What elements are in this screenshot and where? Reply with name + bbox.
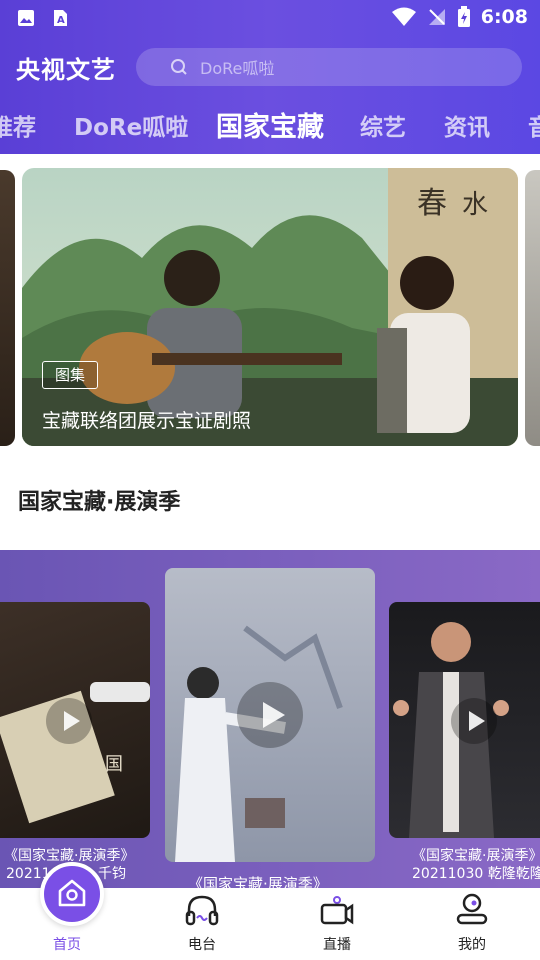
headphones-icon — [185, 895, 219, 926]
app-logo: 央视文艺 — [16, 56, 116, 84]
svg-text:A: A — [57, 15, 65, 26]
search-placeholder: DoRe呱啦 — [200, 59, 275, 78]
tab-national-treasure[interactable]: 国家宝藏 — [216, 105, 324, 144]
wifi-icon — [391, 7, 416, 26]
battery-charging-icon — [457, 6, 470, 27]
profile-icon — [456, 893, 488, 925]
prev-banner-card[interactable] — [0, 170, 15, 446]
nav-home-label: 首页 — [53, 937, 81, 953]
live-camera-icon — [320, 896, 354, 925]
svg-text:春: 春 — [417, 186, 447, 221]
next-banner-card[interactable] — [525, 170, 540, 446]
section-title: 国家宝藏·展演季 — [18, 490, 181, 515]
video-subtitle-left-tail: 千钧 — [98, 866, 126, 882]
nav-radio-label: 电台 — [188, 937, 216, 953]
nav-live[interactable]: 直播 — [297, 888, 377, 960]
nav-live-label: 直播 — [323, 937, 351, 953]
banner-caption: 宝藏联络团展示宝证剧照 — [42, 410, 252, 432]
nav-radio[interactable]: 电台 — [162, 888, 242, 960]
nav-profile-label: 我的 — [458, 937, 486, 953]
tab-news[interactable]: 资讯 — [444, 108, 490, 142]
status-bar: A 6:08 — [0, 0, 540, 36]
video-subtitle-right: 20211030 乾隆乾隆 — [412, 866, 540, 882]
nav-profile[interactable]: 我的 — [432, 888, 512, 960]
svg-text:国: 国 — [105, 754, 123, 775]
play-icon[interactable] — [451, 698, 497, 744]
video-title-right: 《国家宝藏·展演季》 — [412, 848, 540, 864]
gallery-notification-icon — [18, 10, 34, 26]
home-button[interactable] — [40, 862, 104, 926]
no-signal-icon — [428, 9, 445, 25]
category-tabs: 推荐 DoRe呱啦 国家宝藏 综艺 资讯 音 — [0, 100, 540, 148]
video-carousel[interactable]: 国 《国家宝藏·展演季》 20211 千钧 《国家宝藏·展演季》 《国家宝藏·展… — [0, 550, 540, 890]
clock: 6:08 — [480, 6, 528, 28]
font-notification-icon: A — [54, 10, 67, 26]
search-icon — [171, 59, 187, 75]
search-bar[interactable]: DoRe呱啦 — [136, 48, 522, 86]
svg-text:水: 水 — [462, 190, 488, 220]
tab-recommend[interactable]: 推荐 — [0, 108, 36, 142]
tab-variety[interactable]: 综艺 — [360, 108, 406, 142]
video-card-left[interactable]: 国 — [0, 602, 150, 838]
home-icon — [58, 879, 86, 907]
play-icon[interactable] — [237, 682, 303, 748]
banner-card[interactable]: 春 水 图集 宝藏联络团展示宝证剧照 — [22, 168, 518, 446]
tab-music[interactable]: 音 — [528, 108, 540, 142]
banner-carousel[interactable]: 春 水 图集 宝藏联络团展示宝证剧照 — [0, 168, 540, 448]
video-card-center[interactable] — [165, 568, 375, 862]
banner-image: 春 水 — [22, 168, 518, 446]
play-icon[interactable] — [46, 698, 92, 744]
tab-dore[interactable]: DoRe呱啦 — [74, 108, 188, 142]
video-card-right[interactable] — [389, 602, 540, 838]
gallery-tag: 图集 — [42, 361, 98, 389]
app-header: A 6:08 央视文艺 DoRe呱啦 推荐 DoRe呱啦 国家宝藏 综艺 资讯 … — [0, 0, 540, 154]
